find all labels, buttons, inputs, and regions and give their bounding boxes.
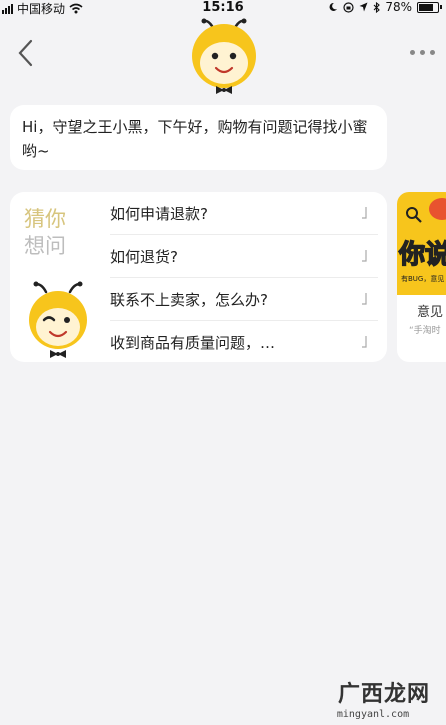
location-icon [359, 2, 368, 12]
battery-tip [440, 5, 442, 9]
watermark-url: mingyanl.com [336, 709, 410, 720]
arrow-icon [362, 293, 367, 305]
arrow-icon [362, 250, 367, 262]
search-icon [406, 207, 422, 223]
battery-icon [417, 1, 439, 13]
back-button[interactable] [12, 36, 38, 70]
status-bar: 中国移动 15:16 78% [0, 0, 446, 16]
arrow-icon [362, 207, 367, 219]
guess-title: 猜你 想问 [24, 206, 86, 260]
faq-item-contact-seller[interactable]: 联系不上卖家，怎么办? [110, 278, 378, 321]
rotation-lock-icon [343, 1, 354, 13]
faq-item-quality[interactable]: 收到商品有质量问题，… [110, 321, 378, 362]
bee-mascot-avatar [192, 18, 256, 94]
guess-title-line2: 想问 [24, 234, 66, 258]
promo-banner-sub: 有BUG，意见 [401, 275, 445, 283]
feedback-promo-card[interactable]: 你说 有BUG，意见 意见 “手淘时 [397, 192, 446, 362]
more-button[interactable] [404, 42, 440, 62]
faq-item-label: 收到商品有质量问题，… [110, 333, 276, 352]
faq-list: 如何申请退款? 如何退货? 联系不上卖家，怎么办? 收到商品有质量问题，… [110, 192, 378, 362]
bee-mascot-icon [29, 281, 87, 358]
moon-icon [329, 2, 338, 11]
more-dot [429, 49, 435, 55]
faq-item-refund[interactable]: 如何申请退款? [110, 192, 378, 235]
greeting-bubble: Hi，守望之王小黑，下午好，购物有问题记得找小蜜哟~ [10, 105, 387, 170]
status-right: 78% [328, 0, 442, 14]
promo-title: 意见 [417, 305, 444, 320]
more-dot [419, 49, 425, 55]
faq-item-label: 如何退货? [110, 247, 178, 266]
faq-item-label: 如何申请退款? [110, 204, 208, 223]
promo-banner-text: 你说 [398, 239, 446, 271]
promo-banner: 你说 有BUG，意见 [397, 192, 446, 295]
faq-item-return[interactable]: 如何退货? [110, 235, 378, 278]
watermark-text: 广西龙网 [338, 682, 431, 707]
bluetooth-icon [373, 1, 381, 13]
faq-item-label: 联系不上卖家，怎么办? [110, 290, 268, 309]
site-watermark: 广西龙网 mingyanl.com [318, 676, 446, 725]
arrow-icon [362, 336, 367, 348]
nav-bar [0, 16, 446, 94]
guess-title-line1: 猜你 [24, 207, 66, 231]
greeting-text: Hi，守望之王小黑，下午好，购物有问题记得找小蜜哟~ [22, 118, 368, 160]
more-dots-icon [409, 49, 415, 55]
chevron-left-icon [18, 39, 33, 67]
promo-subtitle: “手淘时 [409, 326, 441, 336]
speech-badge-icon [429, 198, 446, 220]
faq-card: 猜你 想问 如何申请退款? 如何退货? 联系不上卖家，怎么办? 收到商品有质量问… [10, 192, 387, 362]
battery-percent: 78% [385, 0, 412, 14]
